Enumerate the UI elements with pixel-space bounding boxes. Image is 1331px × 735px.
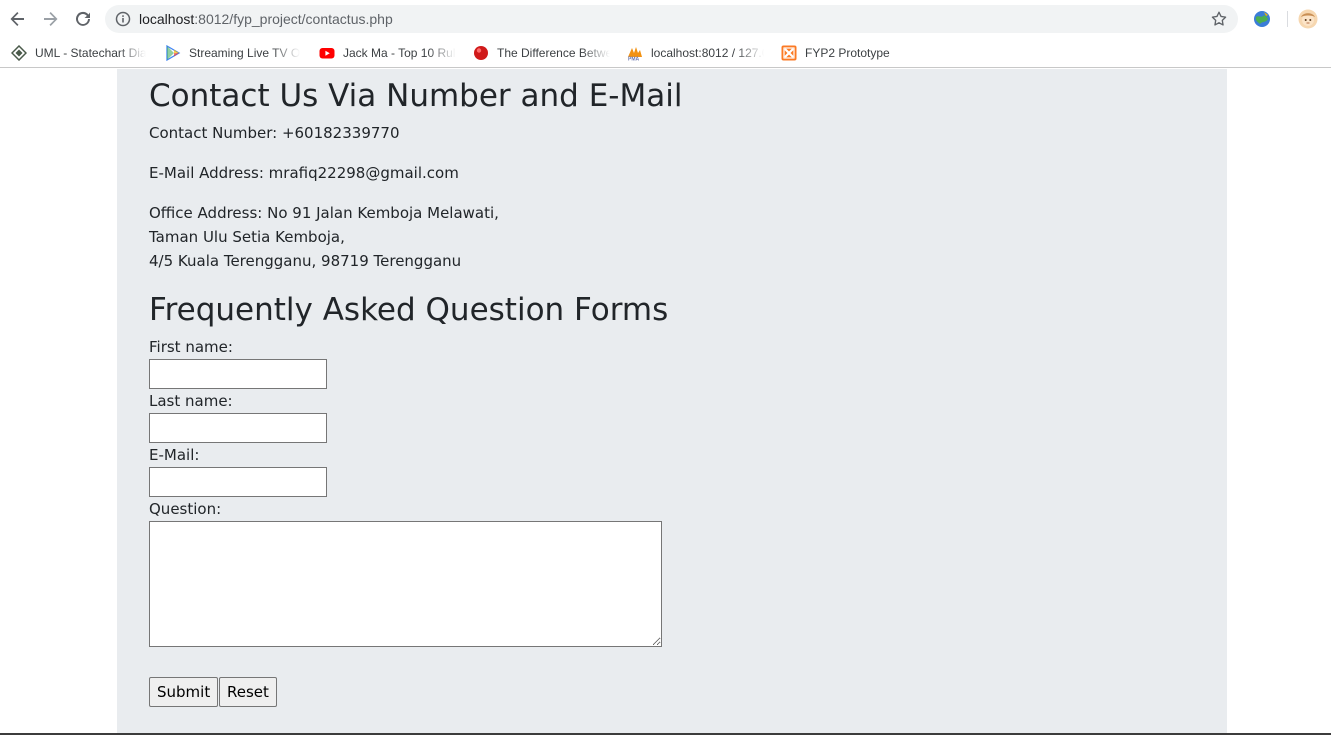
bookmark-label: FYP2 Prototype: [805, 46, 890, 60]
bookmark-label: The Difference Betwe: [497, 46, 610, 60]
contact-heading: Contact Us Via Number and E-Mail: [149, 78, 683, 114]
back-button[interactable]: [5, 6, 31, 32]
contact-number-text: Contact Number: +60182339770: [149, 124, 400, 142]
forward-arrow-icon: [44, 12, 58, 26]
bookmark-label: localhost:8012 / 127.0: [651, 46, 764, 60]
office-address-line-1: Office Address: No 91 Jalan Kemboja Mela…: [149, 204, 499, 222]
toolbar-separator: [1287, 11, 1288, 27]
bookmark-label: Jack Ma - Top 10 Rule: [343, 46, 456, 60]
email-input[interactable]: [149, 467, 327, 497]
bookmarks-bar: UML - Statechart Dia Streaming Live TV O…: [0, 38, 1331, 68]
bookmark-label: UML - Statechart Dia: [35, 46, 146, 60]
uml-diamond-icon: [11, 45, 27, 61]
browser-toolbar: localhost:8012/fyp_project/contactus.php: [0, 0, 1331, 38]
email-label: E-Mail:: [149, 446, 200, 464]
xampp-icon: [781, 45, 797, 61]
office-address-line-3: 4/5 Kuala Terengganu, 98719 Terengganu: [149, 252, 462, 270]
reset-button[interactable]: Reset: [219, 677, 277, 707]
phpmyadmin-icon: PMA: [627, 45, 643, 61]
url-host: localhost: [139, 11, 195, 27]
submit-button[interactable]: Submit: [149, 677, 219, 707]
bookmark-star-icon[interactable]: [1210, 10, 1228, 28]
url-text[interactable]: localhost:8012/fyp_project/contactus.php: [139, 11, 393, 27]
bookmark-item-jack-ma[interactable]: Jack Ma - Top 10 Rule: [319, 43, 456, 63]
reload-icon: [76, 11, 90, 26]
svg-text:PMA: PMA: [628, 57, 640, 62]
red-ball-icon: [473, 45, 489, 61]
first-name-input[interactable]: [149, 359, 327, 389]
back-arrow-icon: [10, 12, 24, 26]
reload-button[interactable]: [70, 6, 96, 32]
bookmark-label: Streaming Live TV Or: [189, 46, 300, 60]
last-name-input[interactable]: [149, 413, 327, 443]
extension-globe-icon[interactable]: [1252, 9, 1272, 29]
office-address-line-2: Taman Ulu Setia Kemboja,: [149, 228, 345, 246]
bookmark-item-uml[interactable]: UML - Statechart Dia: [11, 43, 146, 63]
bookmark-item-phpmyadmin[interactable]: PMA localhost:8012 / 127.0: [627, 43, 764, 63]
url-path: :8012/fyp_project/contactus.php: [194, 11, 393, 27]
play-store-icon: [165, 45, 181, 61]
page-container: Contact Us Via Number and E-Mail Contact…: [117, 69, 1227, 735]
page-viewport: Contact Us Via Number and E-Mail Contact…: [0, 69, 1331, 735]
last-name-label: Last name:: [149, 392, 233, 410]
email-address-text: E-Mail Address: mrafiq22298@gmail.com: [149, 164, 459, 182]
question-textarea[interactable]: [149, 521, 662, 647]
youtube-icon: [319, 45, 335, 61]
faq-heading: Frequently Asked Question Forms: [149, 292, 669, 328]
bookmark-item-difference[interactable]: The Difference Betwe: [473, 43, 610, 63]
info-icon[interactable]: [115, 11, 131, 27]
address-bar[interactable]: localhost:8012/fyp_project/contactus.php: [105, 5, 1238, 33]
bookmark-item-streaming[interactable]: Streaming Live TV Or: [165, 43, 300, 63]
first-name-label: First name:: [149, 338, 233, 356]
question-label: Question:: [149, 500, 222, 518]
bookmark-item-fyp2[interactable]: FYP2 Prototype: [781, 43, 901, 63]
forward-button[interactable]: [37, 6, 63, 32]
profile-avatar-icon[interactable]: [1298, 9, 1318, 29]
